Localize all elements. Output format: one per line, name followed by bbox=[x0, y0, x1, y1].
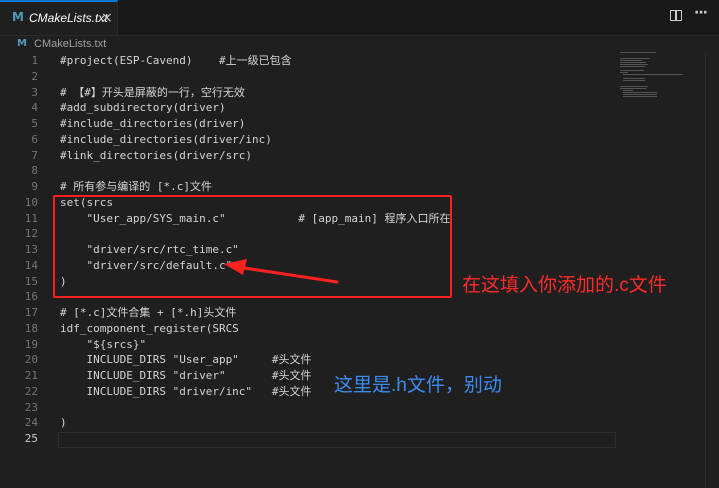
annotation-add-c-files: 在这填入你添加的.c文件 bbox=[462, 275, 667, 296]
arrow-annotation bbox=[224, 259, 339, 284]
annotation-h-files: 这里是.h文件，别动 bbox=[334, 375, 502, 396]
